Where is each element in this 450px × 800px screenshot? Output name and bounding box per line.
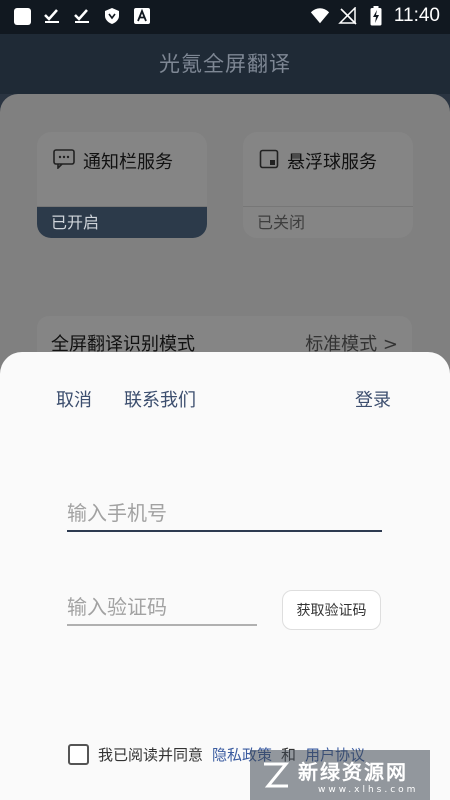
clock: 11:40 bbox=[393, 5, 440, 26]
status-bar-right: 11:40 bbox=[310, 5, 440, 27]
verification-code-input[interactable] bbox=[67, 590, 257, 626]
contact-us-button[interactable]: 联系我们 bbox=[124, 386, 196, 412]
watermark-text: 新绿资源网 www.xlhs.com bbox=[298, 756, 418, 795]
card-header: 悬浮球服务 bbox=[259, 148, 377, 174]
card-header: 通知栏服务 bbox=[53, 148, 173, 174]
app-title: 光氪全屏翻译 bbox=[159, 52, 291, 76]
app-notification-icon bbox=[12, 6, 32, 26]
watermark-main-text: 新绿资源网 bbox=[298, 759, 408, 784]
app-header: 光氪全屏翻译 bbox=[0, 34, 450, 94]
download-done-icon bbox=[42, 6, 62, 26]
agreement-text: 我已阅读并同意 bbox=[98, 746, 204, 764]
status-bar: 11:40 bbox=[0, 0, 450, 34]
login-sheet: 取消 联系我们 登录 获取验证码 我已阅读并同意 隐私政策 和 用户协议 bbox=[0, 352, 450, 800]
watermark: 新绿资源网 www.xlhs.com bbox=[250, 750, 430, 800]
wifi-icon bbox=[310, 6, 330, 26]
floating-ball-service-card[interactable]: 悬浮球服务 已关闭 bbox=[243, 132, 413, 238]
translate-app-icon bbox=[132, 6, 152, 26]
battery-charging-icon bbox=[366, 6, 386, 26]
shield-icon bbox=[102, 6, 122, 26]
status-badge: 已关闭 bbox=[243, 206, 413, 238]
phone-input[interactable] bbox=[67, 496, 382, 532]
square-icon bbox=[259, 149, 279, 173]
status-badge: 已开启 bbox=[37, 206, 207, 238]
login-button[interactable]: 登录 bbox=[355, 386, 391, 412]
card-label: 悬浮球服务 bbox=[287, 152, 377, 173]
watermark-logo-icon bbox=[260, 760, 290, 790]
download-done-icon bbox=[72, 6, 92, 26]
cancel-button[interactable]: 取消 bbox=[56, 386, 92, 412]
status-bar-left bbox=[12, 6, 152, 26]
watermark-sub-text: www.xlhs.com bbox=[318, 784, 419, 795]
no-signal-icon bbox=[338, 6, 358, 26]
message-icon bbox=[53, 149, 75, 173]
notification-service-card[interactable]: 通知栏服务 已开启 bbox=[37, 132, 207, 238]
get-code-button[interactable]: 获取验证码 bbox=[282, 590, 381, 630]
card-label: 通知栏服务 bbox=[83, 152, 173, 173]
agreement-checkbox[interactable] bbox=[68, 744, 89, 765]
